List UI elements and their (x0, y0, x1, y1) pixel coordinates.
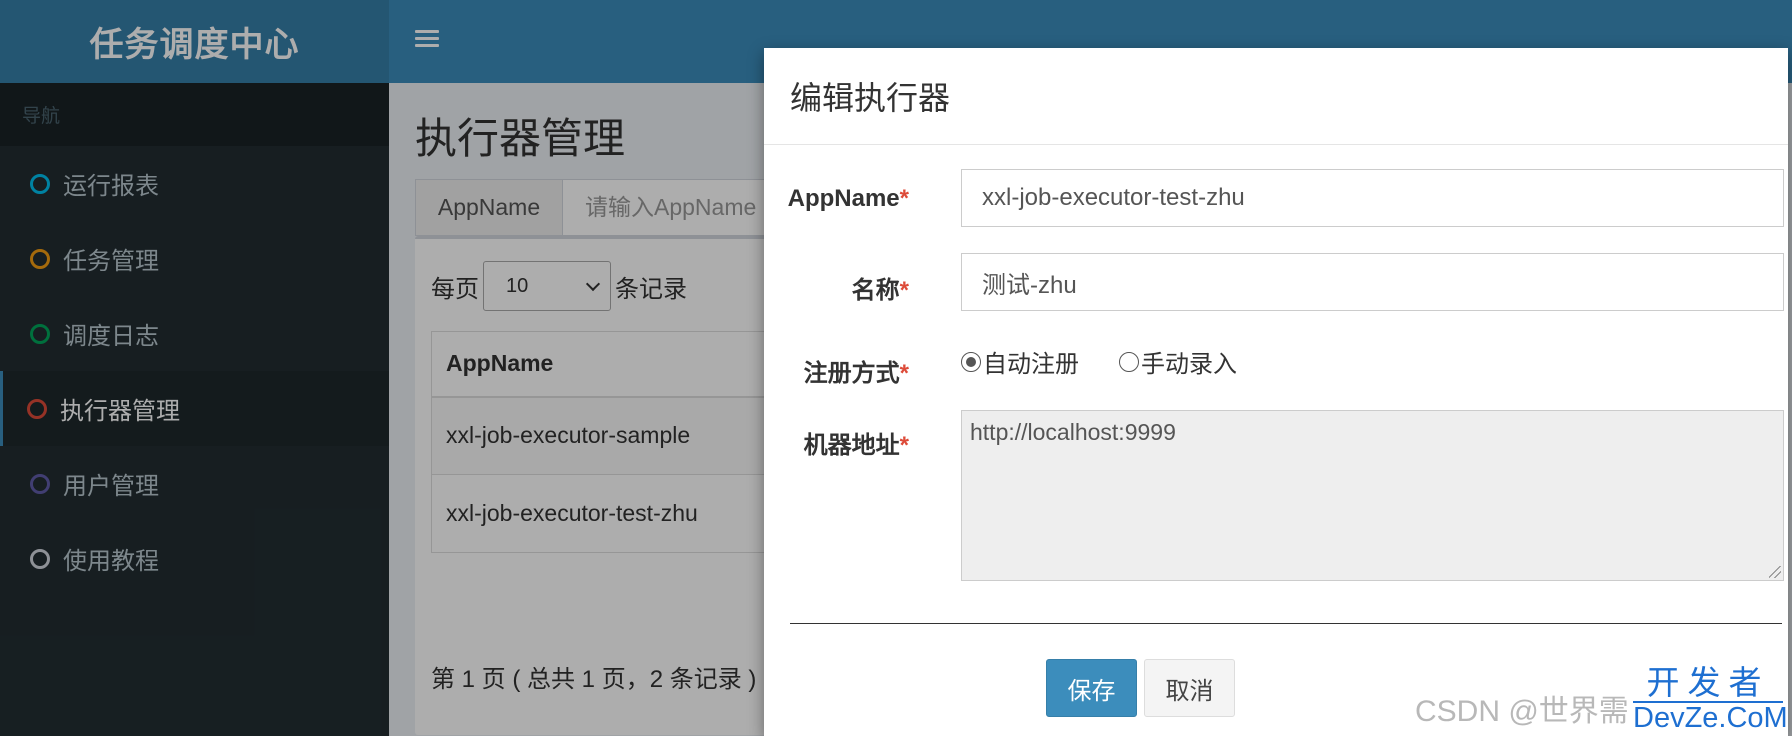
address-label-text: 机器地址 (803, 432, 900, 459)
required-mark: * (899, 360, 909, 387)
appname-label-text: AppName (787, 185, 900, 212)
required-mark: * (899, 432, 909, 459)
required-mark: * (899, 185, 909, 212)
radio-auto-register-label[interactable]: 自动注册 (983, 344, 1079, 379)
cancel-button[interactable]: 取消 (1144, 659, 1235, 717)
radio-auto-register[interactable] (961, 351, 981, 372)
register-radio-group: 自动注册 手动录入 (961, 344, 1277, 379)
appname-input[interactable]: xxl-job-executor-test-zhu (961, 169, 1784, 227)
name-value: 测试-zhu (982, 271, 1077, 299)
name-input[interactable]: 测试-zhu (961, 253, 1784, 311)
register-label: 注册方式* (764, 353, 909, 388)
csdn-watermark: CSDN @世界需 (1415, 695, 1629, 728)
edit-executor-modal: 编辑执行器 AppName* xxl-job-executor-test-zhu… (764, 48, 1788, 736)
register-label-text: 注册方式 (803, 360, 900, 387)
appname-value: xxl-job-executor-test-zhu (982, 184, 1245, 211)
name-label: 名称* (764, 270, 909, 305)
form-divider (790, 623, 1782, 624)
devze-watermark-line2: DevZe.CoM (1633, 701, 1788, 734)
modal-header: 编辑执行器 (764, 48, 1788, 145)
save-button[interactable]: 保存 (1046, 659, 1137, 717)
devze-watermark-line1: 开发者 (1646, 664, 1770, 701)
name-label-text: 名称 (851, 277, 900, 304)
address-label: 机器地址* (764, 425, 909, 460)
radio-manual-entry-label[interactable]: 手动录入 (1141, 344, 1237, 379)
modal-title: 编辑执行器 (790, 80, 951, 116)
devze-watermark: 开发者 DevZe.CoM (1633, 664, 1788, 734)
required-mark: * (899, 277, 909, 304)
radio-manual-entry[interactable] (1119, 351, 1139, 372)
address-value: http://localhost:9999 (970, 419, 1176, 445)
address-textarea[interactable]: http://localhost:9999 (961, 410, 1784, 581)
resize-handle-icon[interactable] (1769, 566, 1781, 578)
appname-label: AppName* (764, 185, 909, 213)
